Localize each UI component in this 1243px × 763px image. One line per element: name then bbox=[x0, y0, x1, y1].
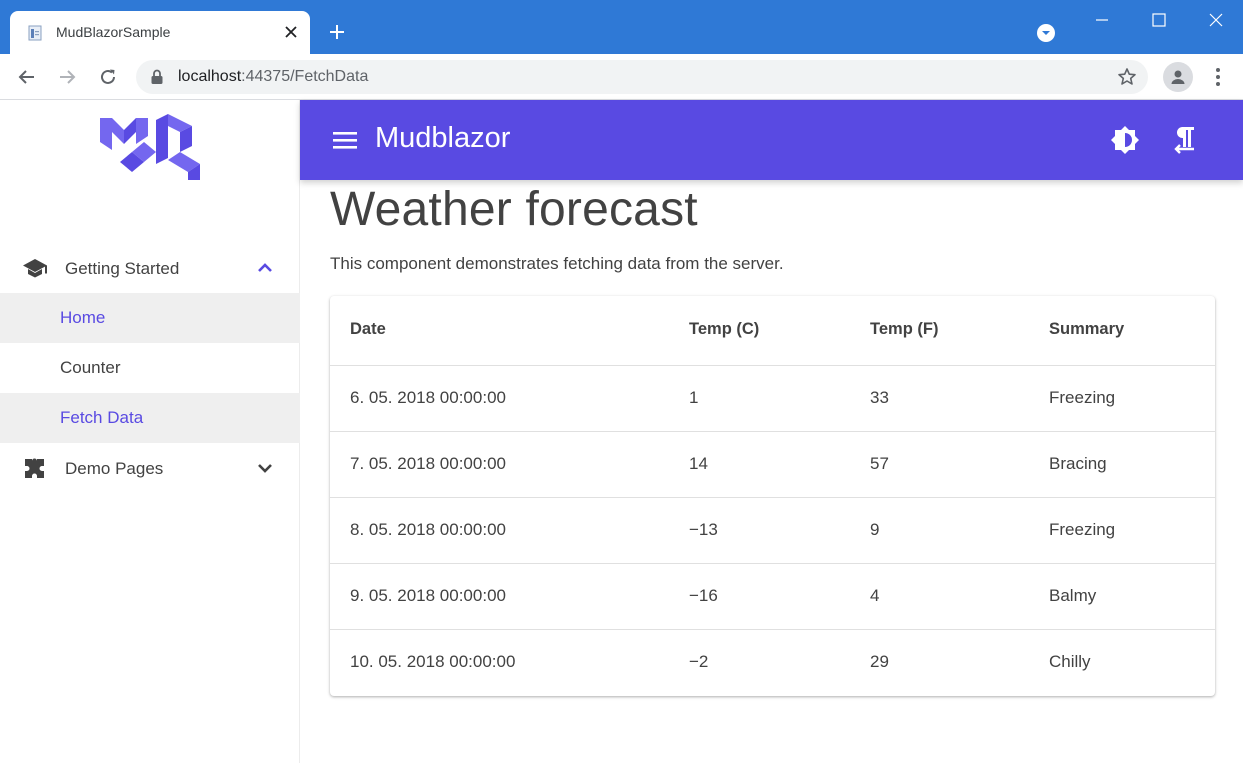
cell-date: 7. 05. 2018 00:00:00 bbox=[350, 454, 506, 473]
table-row: 6. 05. 2018 00:00:00 1 33 Freezing bbox=[330, 366, 1215, 432]
cell-date: 6. 05. 2018 00:00:00 bbox=[350, 388, 506, 407]
brightness-icon bbox=[1111, 126, 1139, 154]
nav-link-fetch-data[interactable]: Fetch Data bbox=[0, 393, 300, 443]
page-favicon-icon bbox=[28, 25, 42, 41]
extension-icon bbox=[25, 458, 44, 478]
tab-search-icon[interactable] bbox=[1036, 23, 1056, 43]
mudblazor-logo-icon bbox=[100, 114, 200, 180]
column-header-date: Date bbox=[350, 320, 386, 338]
table-row: 8. 05. 2018 00:00:00 −13 9 Freezing bbox=[330, 498, 1215, 564]
table-row: 9. 05. 2018 00:00:00 −16 4 Balmy bbox=[330, 564, 1215, 630]
forward-arrow-icon[interactable] bbox=[54, 64, 80, 90]
page-title: Weather forecast bbox=[330, 183, 698, 236]
browser-titlebar: MudBlazorSample bbox=[0, 0, 1243, 54]
app-title: Mudblazor bbox=[375, 122, 511, 154]
cell-temp-c: 1 bbox=[689, 388, 699, 407]
cell-summary: Balmy bbox=[1049, 586, 1097, 605]
minimize-icon[interactable] bbox=[1088, 6, 1116, 34]
address-bar[interactable]: localhost:44375/FetchData bbox=[136, 60, 1148, 94]
browser-tab[interactable]: MudBlazorSample bbox=[10, 11, 310, 54]
nav-group-getting-started[interactable]: Getting Started bbox=[0, 243, 300, 293]
chevron-down-icon[interactable] bbox=[254, 457, 276, 479]
cell-summary: Freezing bbox=[1049, 520, 1116, 539]
url-path: :44375/FetchData bbox=[241, 68, 369, 85]
nav-link-label: Counter bbox=[60, 358, 121, 377]
browser-toolbar: localhost:44375/FetchData bbox=[0, 54, 1243, 100]
weather-table: Date Temp (C) Temp (F) Summary 6. 05. 20… bbox=[330, 296, 1215, 696]
maximize-icon[interactable] bbox=[1145, 6, 1173, 34]
theme-toggle-button[interactable] bbox=[1109, 124, 1141, 156]
app-bar: Mudblazor bbox=[300, 100, 1243, 180]
tab-close-icon[interactable] bbox=[280, 21, 302, 43]
tab-title: MudBlazorSample bbox=[56, 24, 171, 40]
nav-group-demo-pages[interactable]: Demo Pages bbox=[0, 443, 300, 493]
column-header-temp-f: Temp (F) bbox=[870, 320, 939, 338]
nav-group-label: Getting Started bbox=[65, 259, 180, 278]
cell-summary: Bracing bbox=[1049, 454, 1107, 473]
cell-temp-c: −13 bbox=[689, 520, 718, 539]
cell-temp-f: 4 bbox=[870, 586, 880, 605]
cell-temp-f: 9 bbox=[870, 520, 880, 539]
lock-icon bbox=[151, 69, 163, 84]
nav-link-counter[interactable]: Counter bbox=[0, 343, 300, 393]
nav-drawer: Getting Started Home Counter Fetch Data … bbox=[0, 100, 300, 763]
browser-menu-icon[interactable] bbox=[1208, 65, 1228, 89]
cell-date: 9. 05. 2018 00:00:00 bbox=[350, 586, 506, 605]
cell-temp-c: 14 bbox=[689, 454, 708, 473]
cell-summary: Chilly bbox=[1049, 652, 1091, 671]
back-arrow-icon[interactable] bbox=[14, 64, 40, 90]
bookmark-star-icon[interactable] bbox=[1117, 67, 1137, 87]
url-host: localhost bbox=[178, 68, 242, 85]
nav-link-home[interactable]: Home bbox=[0, 293, 300, 343]
reload-icon[interactable] bbox=[95, 64, 121, 90]
cell-temp-c: −2 bbox=[689, 652, 709, 671]
table-row: 7. 05. 2018 00:00:00 14 57 Bracing bbox=[330, 432, 1215, 498]
close-window-icon[interactable] bbox=[1202, 6, 1230, 34]
column-header-temp-c: Temp (C) bbox=[689, 320, 760, 338]
nav-link-label: Home bbox=[60, 308, 106, 327]
nav-group-label: Demo Pages bbox=[65, 459, 164, 478]
cell-summary: Freezing bbox=[1049, 388, 1116, 407]
format-textdirection-icon bbox=[1174, 127, 1194, 154]
profile-avatar-icon[interactable] bbox=[1163, 62, 1193, 92]
school-icon bbox=[23, 259, 47, 278]
chevron-up-icon[interactable] bbox=[254, 257, 276, 279]
cell-date: 10. 05. 2018 00:00:00 bbox=[350, 652, 516, 671]
table-row: 10. 05. 2018 00:00:00 −2 29 Chilly bbox=[330, 630, 1215, 696]
rtl-toggle-button[interactable] bbox=[1169, 124, 1201, 156]
page-description: This component demonstrates fetching dat… bbox=[330, 254, 784, 273]
column-header-summary: Summary bbox=[1049, 320, 1125, 338]
menu-icon[interactable] bbox=[332, 129, 358, 151]
main-content: Weather forecast This component demonstr… bbox=[300, 180, 1243, 763]
nav-link-label: Fetch Data bbox=[60, 408, 144, 427]
url-text: localhost:44375/FetchData bbox=[178, 68, 368, 86]
cell-temp-f: 33 bbox=[870, 388, 889, 407]
cell-temp-f: 29 bbox=[870, 652, 889, 671]
new-tab-icon[interactable] bbox=[326, 21, 348, 43]
cell-temp-c: −16 bbox=[689, 586, 718, 605]
cell-temp-f: 57 bbox=[870, 454, 889, 473]
cell-date: 8. 05. 2018 00:00:00 bbox=[350, 520, 506, 539]
table-header-row: Date Temp (C) Temp (F) Summary bbox=[330, 296, 1215, 366]
